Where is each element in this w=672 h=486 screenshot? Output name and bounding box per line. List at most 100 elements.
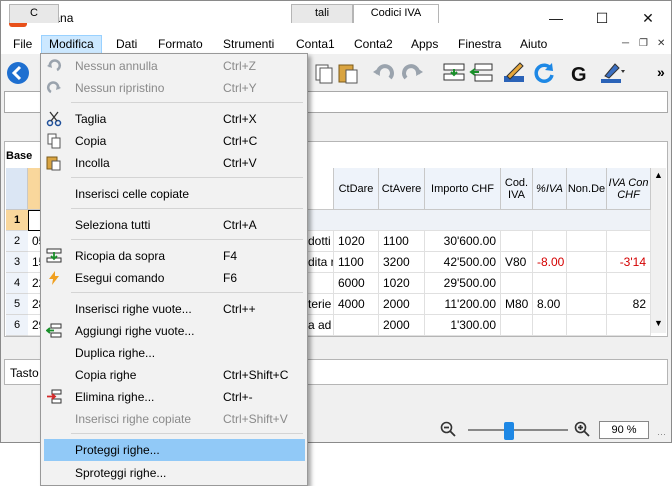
- table-cell[interactable]: 1020: [379, 273, 425, 294]
- column-header-ctdare[interactable]: CtDare: [334, 168, 379, 210]
- menu-strumenti[interactable]: Strumenti: [216, 35, 281, 54]
- table-cell[interactable]: 1100: [379, 231, 425, 252]
- table-cell[interactable]: [501, 273, 533, 294]
- column-header-cod-iva[interactable]: Cod. IVA: [501, 168, 533, 210]
- toolbar-overflow-icon[interactable]: »: [657, 64, 665, 80]
- tab-codici-iva[interactable]: Codici IVA: [353, 4, 439, 23]
- table-cell[interactable]: [308, 210, 651, 231]
- refresh-icon[interactable]: [531, 60, 557, 86]
- menu-item-unprotect-rows[interactable]: Sproteggi righe...: [41, 462, 307, 484]
- table-cell[interactable]: [533, 273, 567, 294]
- menu-item-delete-rows[interactable]: Elimina righe... Ctrl+-: [41, 386, 307, 408]
- menu-item-undo[interactable]: Nessun annulla Ctrl+Z: [41, 55, 307, 77]
- minimize-button[interactable]: —: [533, 1, 579, 35]
- resize-grip-icon[interactable]: ⋯: [657, 429, 666, 440]
- table-cell[interactable]: [607, 273, 651, 294]
- table-cell[interactable]: [501, 231, 533, 252]
- zoom-slider-track[interactable]: [468, 429, 568, 431]
- zoom-slider-thumb[interactable]: [504, 422, 514, 440]
- menu-item-duplicate-rows[interactable]: Duplica righe...: [41, 342, 307, 364]
- table-cell[interactable]: 1020: [334, 231, 379, 252]
- table-cell[interactable]: a ad: [308, 315, 334, 336]
- table-cell[interactable]: [334, 315, 379, 336]
- mdi-restore-icon[interactable]: ❐: [639, 38, 648, 49]
- menu-item-paste[interactable]: Incolla Ctrl+V: [41, 152, 307, 174]
- menu-item-run-command[interactable]: Esegui comando F6: [41, 267, 307, 289]
- vertical-scrollbar[interactable]: ▲ ▼: [651, 168, 666, 333]
- close-button[interactable]: ✕: [625, 1, 671, 35]
- tab-1[interactable]: C: [9, 4, 59, 23]
- table-cell[interactable]: 30'600.00: [425, 231, 501, 252]
- row-number[interactable]: 2: [6, 231, 28, 252]
- copy-toolbar-icon[interactable]: [311, 60, 337, 86]
- table-cell[interactable]: dita r: [308, 252, 334, 273]
- table-cell[interactable]: [567, 273, 607, 294]
- redo-toolbar-icon[interactable]: [399, 60, 425, 86]
- menu-conta1[interactable]: Conta1: [289, 35, 342, 54]
- table-cell[interactable]: 82: [607, 294, 651, 315]
- bold-g-icon[interactable]: G: [567, 60, 593, 86]
- menu-modifica[interactable]: Modifica: [41, 35, 102, 54]
- table-cell[interactable]: V80: [501, 252, 533, 273]
- menu-formato[interactable]: Formato: [151, 35, 210, 54]
- table-cell[interactable]: [607, 315, 651, 336]
- table-cell[interactable]: [567, 315, 607, 336]
- table-cell[interactable]: 2000: [379, 315, 425, 336]
- table-cell[interactable]: 29'500.00: [425, 273, 501, 294]
- row-number[interactable]: 1: [6, 210, 28, 231]
- menu-item-add-empty-rows[interactable]: Aggiungi righe vuote...: [41, 320, 307, 342]
- tab-totali[interactable]: tali: [291, 4, 353, 23]
- table-cell[interactable]: 6000: [334, 273, 379, 294]
- table-cell[interactable]: 8.00: [533, 294, 567, 315]
- table-cell[interactable]: 42'500.00: [425, 252, 501, 273]
- zoom-value-field[interactable]: 90 %: [599, 421, 649, 439]
- menu-item-insert-copied-rows[interactable]: Inserisci righe copiate Ctrl+Shift+V: [41, 408, 307, 430]
- grid-corner[interactable]: [6, 168, 28, 210]
- table-cell[interactable]: [607, 231, 651, 252]
- edit-pen-icon[interactable]: [501, 60, 527, 86]
- table-cell[interactable]: [501, 315, 533, 336]
- zoom-in-icon[interactable]: [574, 421, 590, 437]
- table-cell[interactable]: 11'200.00: [425, 294, 501, 315]
- table-cell[interactable]: -3'14: [607, 252, 651, 273]
- column-header-ctavere[interactable]: CtAvere: [379, 168, 425, 210]
- menu-item-copy-rows[interactable]: Copia righe Ctrl+Shift+C: [41, 364, 307, 386]
- table-cell[interactable]: terie: [308, 294, 334, 315]
- scroll-up-icon[interactable]: ▲: [654, 170, 663, 180]
- table-cell[interactable]: -8.00: [533, 252, 567, 273]
- menu-item-copy[interactable]: Copia Ctrl+C: [41, 130, 307, 152]
- menu-item-copy-from-above[interactable]: Ricopia da sopra F4: [41, 245, 307, 267]
- table-cell[interactable]: 3200: [379, 252, 425, 273]
- menu-item-insert-empty-rows[interactable]: Inserisci righe vuote... Ctrl++: [41, 298, 307, 320]
- column-header-importo[interactable]: Importo CHF: [425, 168, 501, 210]
- row-number[interactable]: 4: [6, 273, 28, 294]
- maximize-button[interactable]: ☐: [579, 1, 625, 35]
- column-header-iva-contabilizzata[interactable]: IVA Con CHF: [607, 168, 651, 210]
- menu-file[interactable]: File: [6, 35, 39, 54]
- menu-item-protect-rows[interactable]: Proteggi righe...: [44, 439, 305, 461]
- paste-toolbar-icon[interactable]: [335, 60, 361, 86]
- menu-item-cut[interactable]: Taglia Ctrl+X: [41, 108, 307, 130]
- table-cell[interactable]: [533, 231, 567, 252]
- scroll-down-icon[interactable]: ▼: [654, 318, 663, 328]
- menu-apps[interactable]: Apps: [404, 35, 445, 54]
- table-cell[interactable]: M80: [501, 294, 533, 315]
- column-header-percent-iva[interactable]: %IVA: [533, 168, 567, 210]
- column-header-non-ded[interactable]: Non.De: [567, 168, 607, 210]
- menu-aiuto[interactable]: Aiuto: [513, 35, 554, 54]
- back-icon[interactable]: [5, 60, 31, 86]
- menu-conta2[interactable]: Conta2: [347, 35, 400, 54]
- add-row-toolbar-icon[interactable]: [469, 60, 495, 86]
- mdi-minimize-icon[interactable]: ─: [622, 38, 629, 49]
- mdi-close-icon[interactable]: ✕: [657, 38, 665, 49]
- table-cell[interactable]: 1100: [334, 252, 379, 273]
- table-cell[interactable]: [567, 294, 607, 315]
- menu-finestra[interactable]: Finestra: [451, 35, 508, 54]
- menu-item-select-all[interactable]: Seleziona tutti Ctrl+A: [41, 214, 307, 236]
- row-number[interactable]: 5: [6, 294, 28, 315]
- menu-dati[interactable]: Dati: [109, 35, 144, 54]
- table-cell[interactable]: [567, 252, 607, 273]
- row-number[interactable]: 6: [6, 315, 28, 336]
- menu-item-redo[interactable]: Nessun ripristino Ctrl+Y: [41, 77, 307, 99]
- copy-from-above-toolbar-icon[interactable]: [441, 60, 467, 86]
